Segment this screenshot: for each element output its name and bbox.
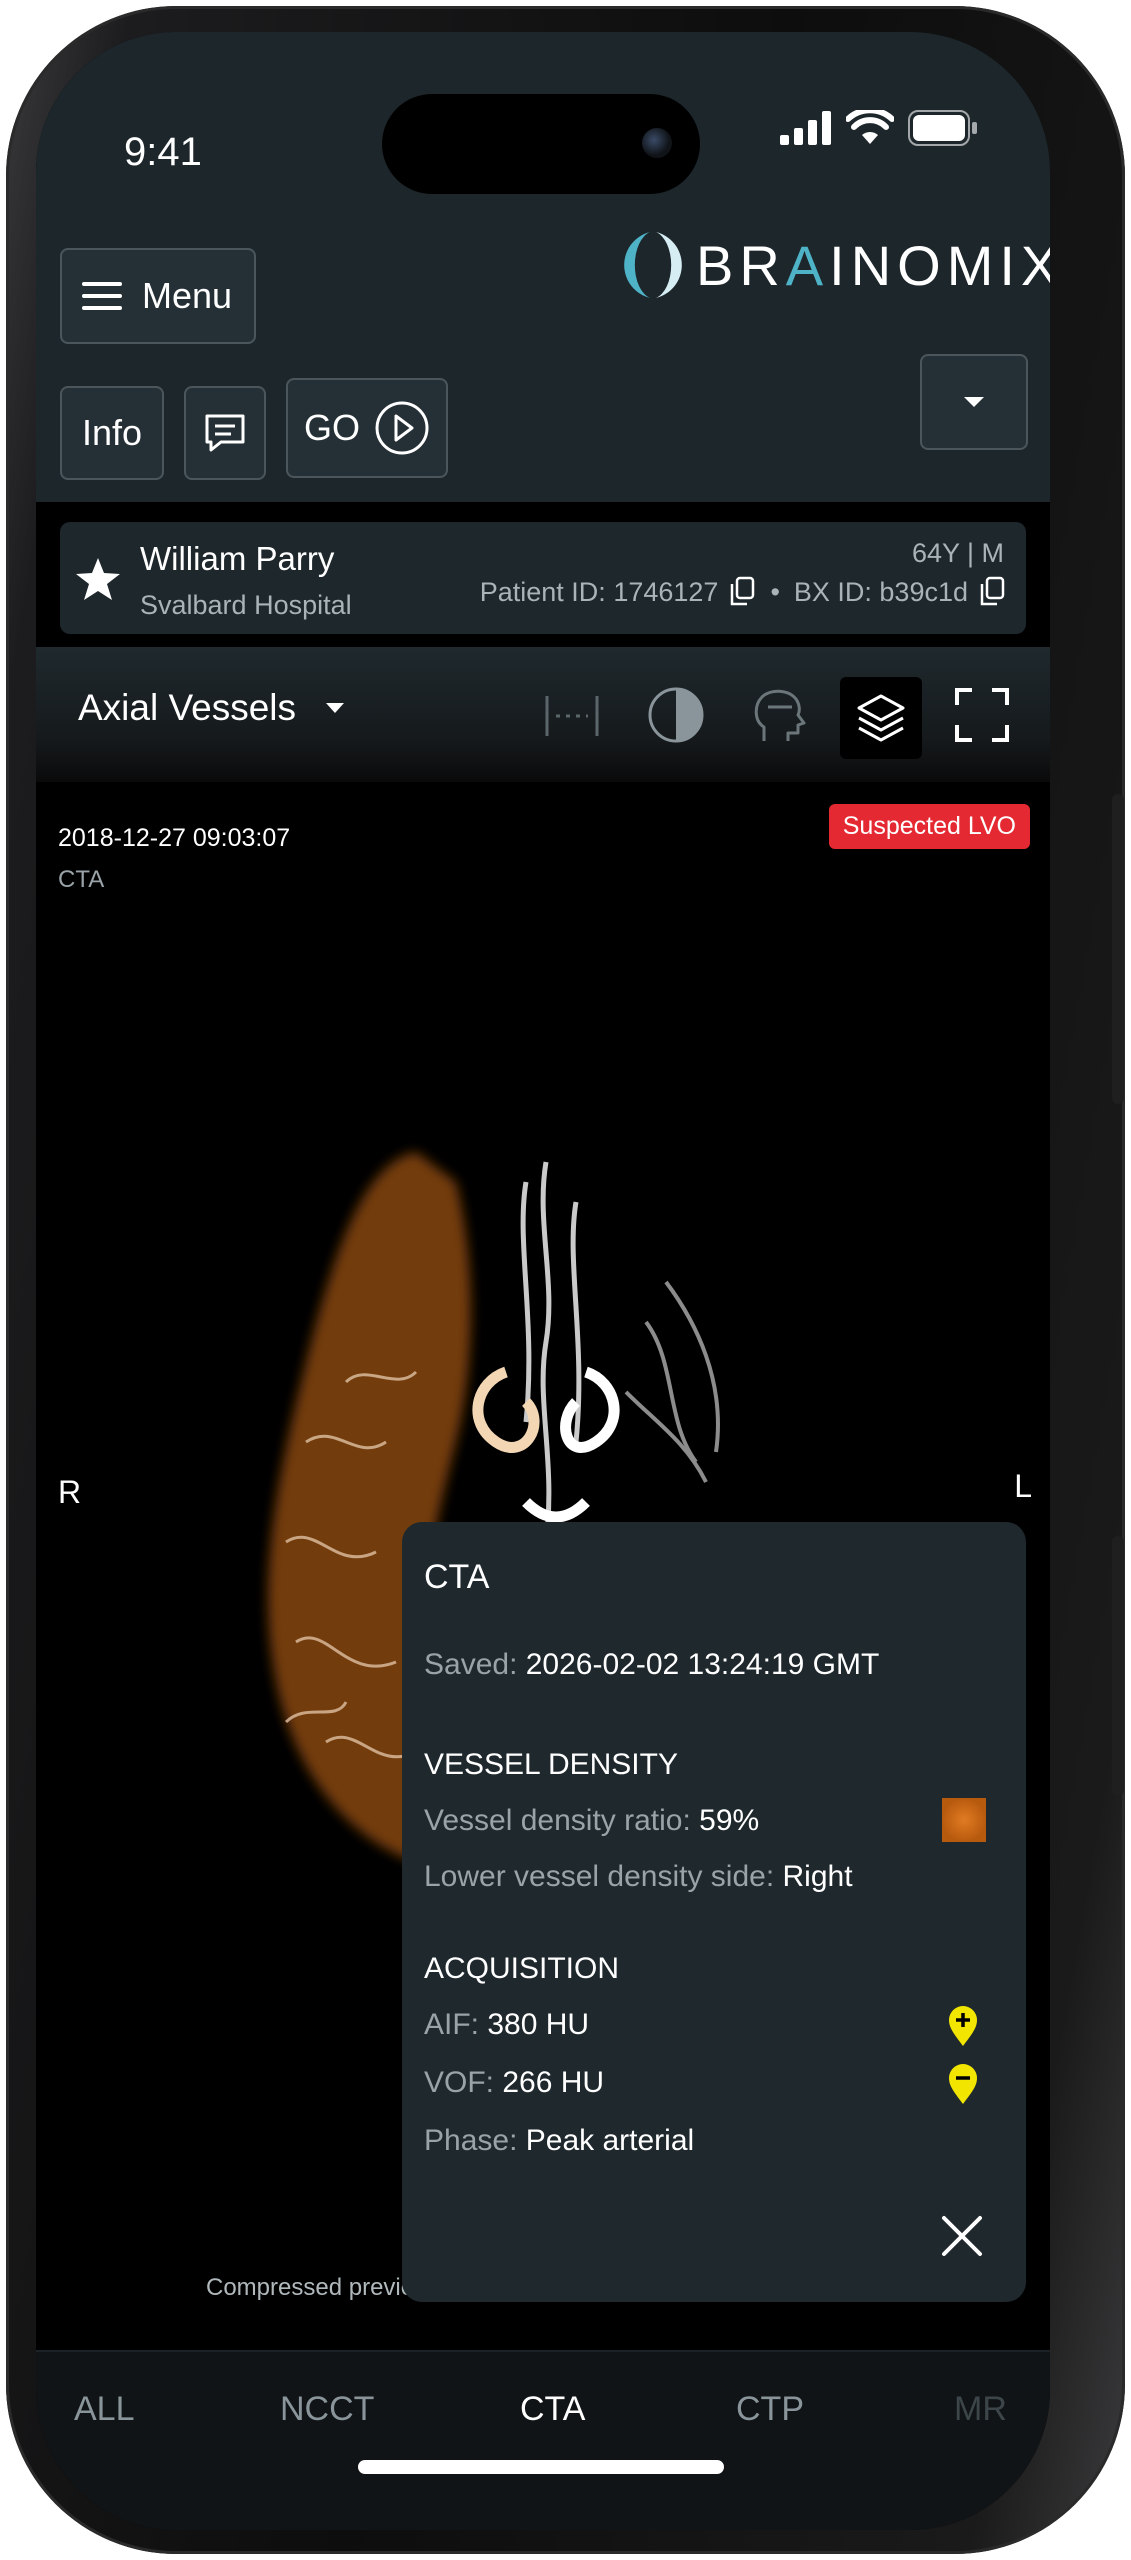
menu-button[interactable]: Menu <box>60 248 256 344</box>
brand-name: BRAINOMIX® <box>696 233 1050 297</box>
phase-row: Phase: Peak arterial <box>424 2124 694 2158</box>
view-name: Axial Vessels <box>78 687 296 728</box>
wifi-icon <box>846 110 894 144</box>
patient-age-sex: 64Y | M <box>911 538 1004 568</box>
tab-all[interactable]: ALL <box>74 2390 135 2429</box>
go-label: GO <box>303 407 360 448</box>
signal-icon <box>780 111 831 145</box>
vessel-density-heading: VESSEL DENSITY <box>424 1748 678 1781</box>
modality-tab-bar: ALL NCCT CTA CTP MR <box>36 2350 1050 2530</box>
dynamic-island <box>382 94 700 194</box>
home-indicator[interactable] <box>358 2460 724 2474</box>
patient-id: Patient ID: 1746127 <box>479 576 719 607</box>
dropdown-button[interactable] <box>920 354 1028 450</box>
chat-icon <box>205 414 245 452</box>
patient-name: William Parry <box>140 540 335 577</box>
screen: 9:41 Menu BRAINOMIX Info GO William Parr… <box>36 32 1050 2530</box>
fullscreen-icon[interactable] <box>954 687 1010 743</box>
lower-side-value: Right <box>782 1860 853 1893</box>
battery-icon <box>908 110 977 146</box>
cta-info-popup: CTA Saved: 2026-02-02 13:24:19 GMT VESSE… <box>402 1522 1026 2302</box>
side-button-lower <box>1112 1536 1124 1796</box>
status-time: 9:41 <box>124 130 202 174</box>
id-separator: • <box>770 576 780 607</box>
phase-value: Peak arterial <box>525 2124 695 2157</box>
menu-icon <box>82 282 122 310</box>
scan-modality: CTA <box>58 866 105 893</box>
status-icons <box>780 110 978 146</box>
density-color-swatch <box>942 1798 986 1842</box>
star-icon[interactable] <box>74 556 122 602</box>
ruler-icon[interactable] <box>544 691 600 741</box>
lower-side-row: Lower vessel density side: Right <box>424 1860 853 1894</box>
vof-marker-icon <box>949 2064 977 2104</box>
info-button[interactable]: Info <box>60 386 164 480</box>
side-marker-left: L <box>1014 1468 1032 1504</box>
saved-row: Saved: 2026-02-02 13:24:19 GMT <box>424 1648 879 1682</box>
tab-ctp[interactable]: CTP <box>736 2390 804 2429</box>
tab-mr[interactable]: MR <box>954 2390 1007 2429</box>
play-circle-icon <box>375 401 429 455</box>
view-selector[interactable]: Axial Vessels <box>78 687 346 729</box>
chevron-down-icon <box>964 397 984 407</box>
bx-id: BX ID: b39c1d <box>793 576 968 607</box>
brainomix-logo: BRAINOMIX® <box>624 230 1050 300</box>
head-icon[interactable] <box>748 685 806 745</box>
suspected-lvo-badge: Suspected LVO <box>828 804 1030 849</box>
scan-timestamp: 2018-12-27 09:03:07 <box>58 824 291 852</box>
lower-side-label: Lower vessel density side: <box>424 1860 775 1893</box>
vof-row: VOF: 266 HU <box>424 2066 604 2100</box>
menu-label: Menu <box>142 275 233 316</box>
close-icon[interactable] <box>938 2212 986 2260</box>
saved-value: 2026-02-02 13:24:19 GMT <box>525 1648 880 1681</box>
info-label: Info <box>81 412 143 453</box>
saved-label: Saved: <box>424 1648 518 1681</box>
chevron-down-icon <box>326 703 344 713</box>
tab-ncct[interactable]: NCCT <box>280 2390 374 2429</box>
contrast-icon[interactable] <box>646 685 706 745</box>
aif-marker-icon <box>949 2006 977 2046</box>
vof-value: 266 HU <box>502 2066 605 2099</box>
layers-icon <box>857 694 905 742</box>
aif-label: AIF: <box>424 2008 480 2041</box>
tab-cta[interactable]: CTA <box>520 2390 585 2429</box>
aif-row: AIF: 380 HU <box>424 2008 589 2042</box>
phase-label: Phase: <box>424 2124 518 2157</box>
side-button-upper <box>1112 794 1124 1104</box>
vof-label: VOF: <box>424 2066 495 2099</box>
go-button[interactable]: GO <box>286 378 448 478</box>
chat-button[interactable] <box>184 386 266 480</box>
layers-button[interactable] <box>840 677 922 759</box>
patient-hospital: Svalbard Hospital <box>140 590 352 620</box>
brain-logo-icon <box>624 232 682 298</box>
copy-icon[interactable] <box>728 576 756 608</box>
density-ratio-value: 59% <box>699 1804 760 1837</box>
patient-ids: Patient ID: 1746127 • BX ID: b39c1d <box>480 576 1006 608</box>
density-ratio-label: Vessel density ratio: <box>424 1804 691 1837</box>
app-header: 9:41 Menu BRAINOMIX Info GO <box>36 32 1050 502</box>
popup-title: CTA <box>424 1558 490 1596</box>
acquisition-heading: ACQUISITION <box>424 1952 620 1985</box>
density-ratio-row: Vessel density ratio: 59% <box>424 1804 759 1838</box>
side-marker-right: R <box>58 1474 82 1510</box>
viewer-toolbar: Axial Vessels <box>36 647 1050 782</box>
camera <box>642 128 672 158</box>
patient-card[interactable]: William Parry Svalbard Hospital 64Y | M … <box>60 522 1026 634</box>
copy-icon[interactable] <box>978 576 1006 608</box>
aif-value: 380 HU <box>487 2008 590 2041</box>
phone-frame: 9:41 Menu BRAINOMIX Info GO William Parr… <box>6 6 1125 2554</box>
